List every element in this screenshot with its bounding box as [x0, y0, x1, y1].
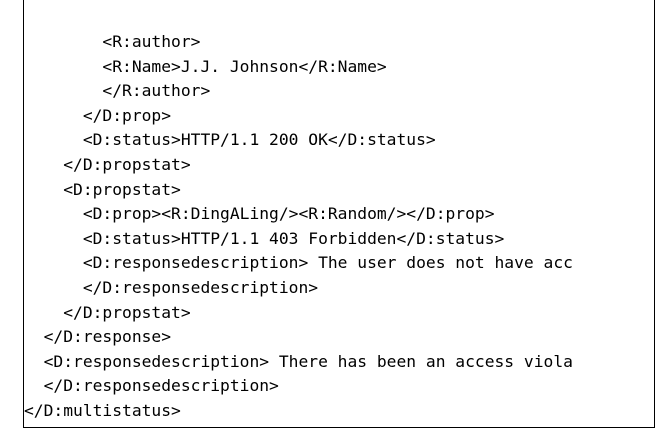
code-line: <R:author> [24, 32, 201, 51]
code-line: </D:responsedescription> [24, 277, 319, 297]
code-line: </D:multistatus> [24, 400, 181, 420]
code-line: <D:responsedescription> There has been a… [24, 351, 573, 371]
code-line: <D:status>HTTP/1.1 200 OK</D:status> [24, 130, 436, 150]
code-listing-box: <R:author> <R:Name>J.J. Johnson</R:Name>… [23, 0, 655, 428]
code-line: <D:prop><R:DingALing/><R:Random/></D:pro… [24, 204, 495, 224]
code-line: </R:author> [24, 81, 211, 101]
code-line: </D:prop> [24, 105, 172, 125]
code-line: </D:responsedescription> [24, 376, 279, 396]
code-line: </D:propstat> [24, 154, 191, 174]
code-line: <D:responsedescription> The user does no… [24, 253, 573, 273]
code-line: </D:propstat> [24, 302, 191, 322]
code-line: <D:propstat> [24, 179, 181, 199]
code-line: <R:Name>J.J. Johnson</R:Name> [24, 56, 387, 76]
code-lines: <R:author> <R:Name>J.J. Johnson</R:Name>… [24, 30, 573, 424]
code-line: <D:status>HTTP/1.1 403 Forbidden</D:stat… [24, 228, 505, 248]
code-line: </D:response> [24, 327, 172, 347]
